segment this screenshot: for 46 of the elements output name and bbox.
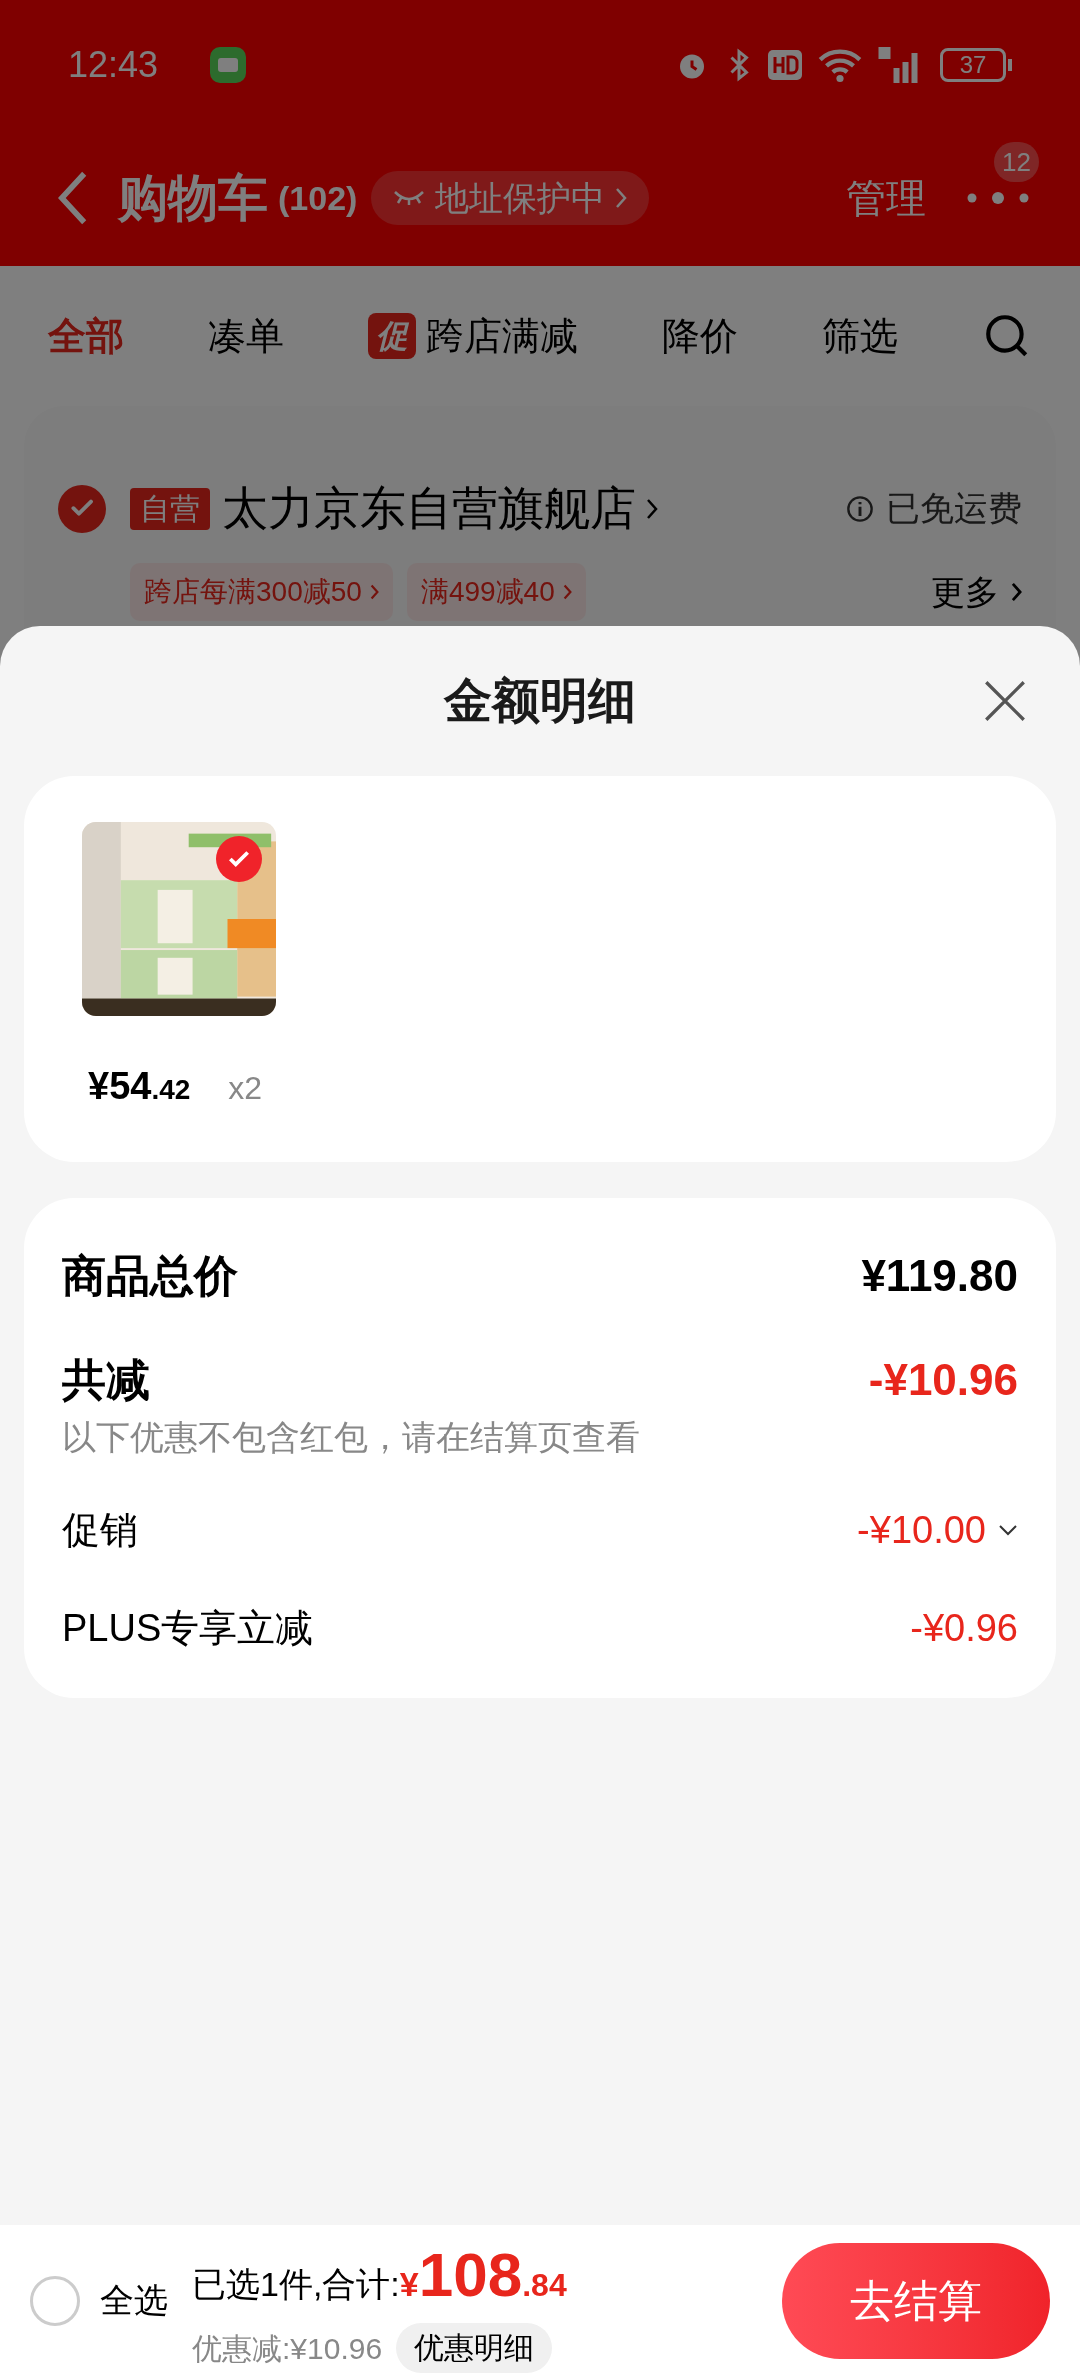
item-price: ¥54.42 — [88, 1064, 191, 1109]
checkout-button[interactable]: 去结算 — [782, 2242, 1050, 2359]
status-time: 12:43 — [68, 43, 159, 87]
sheet-title: 金额明细 — [444, 673, 636, 729]
chevron-icon — [1011, 582, 1022, 602]
message-app-icon — [210, 47, 247, 83]
store-name[interactable]: 太力京东自营旗舰店 — [222, 474, 636, 543]
address-protection-text: 地址保护中 — [435, 177, 606, 219]
page-title: 购物车 — [118, 168, 268, 228]
filter-tab[interactable]: 全部 — [48, 307, 124, 365]
total-value: ¥119.80 — [861, 1250, 1018, 1302]
discount-row-value: -¥0.96 — [910, 1605, 1018, 1651]
filter-tab[interactable]: 降价 — [662, 307, 738, 365]
filter-tab[interactable]: 筛选 — [822, 307, 898, 365]
discount-note: 以下优惠不包含红包，请在结算页查看 — [62, 1417, 641, 1458]
back-icon[interactable] — [58, 170, 88, 226]
select-all-checkbox[interactable] — [30, 2275, 80, 2326]
filter-tab[interactable]: 促 跨店满减 — [368, 307, 578, 365]
filter-tab[interactable]: 凑单 — [208, 307, 284, 365]
discount-row-label: PLUS专享立减 — [62, 1605, 314, 1651]
discount-summary: 优惠减:¥10.96 — [192, 2330, 383, 2367]
wifi-icon — [818, 47, 862, 83]
closed-eye-icon — [393, 188, 426, 208]
discount-row-label: 促销 — [62, 1507, 138, 1553]
info-icon — [846, 494, 874, 523]
discount-value: -¥10.96 — [868, 1354, 1018, 1406]
more-link[interactable]: 更多 — [931, 566, 1022, 618]
chevron-icon — [615, 187, 628, 209]
discount-label: 共减 — [62, 1354, 150, 1406]
select-all-label[interactable]: 全选 — [100, 2275, 168, 2326]
cart-count: (102) — [278, 177, 358, 219]
total-label: 商品总价 — [62, 1250, 238, 1302]
selected-summary: 已选1件,合计: — [192, 2264, 400, 2305]
store-checkbox[interactable] — [58, 484, 106, 533]
item-quantity: x2 — [228, 1069, 263, 1108]
chevron-icon — [562, 584, 572, 600]
discount-detail-button[interactable]: 优惠明细 — [396, 2323, 553, 2373]
self-operated-tag: 自营 — [130, 487, 210, 530]
promo-tag: 促 — [368, 313, 416, 359]
total-price: ¥108.84 — [399, 2239, 567, 2311]
chevron-icon — [369, 584, 379, 600]
chevron-down-icon[interactable] — [998, 1524, 1018, 1536]
hd-icon — [768, 50, 802, 80]
free-shipping-text: 已免运费 — [886, 488, 1022, 529]
discount-row-value: -¥10.00 — [857, 1507, 986, 1553]
manage-button[interactable]: 管理 — [846, 168, 926, 228]
